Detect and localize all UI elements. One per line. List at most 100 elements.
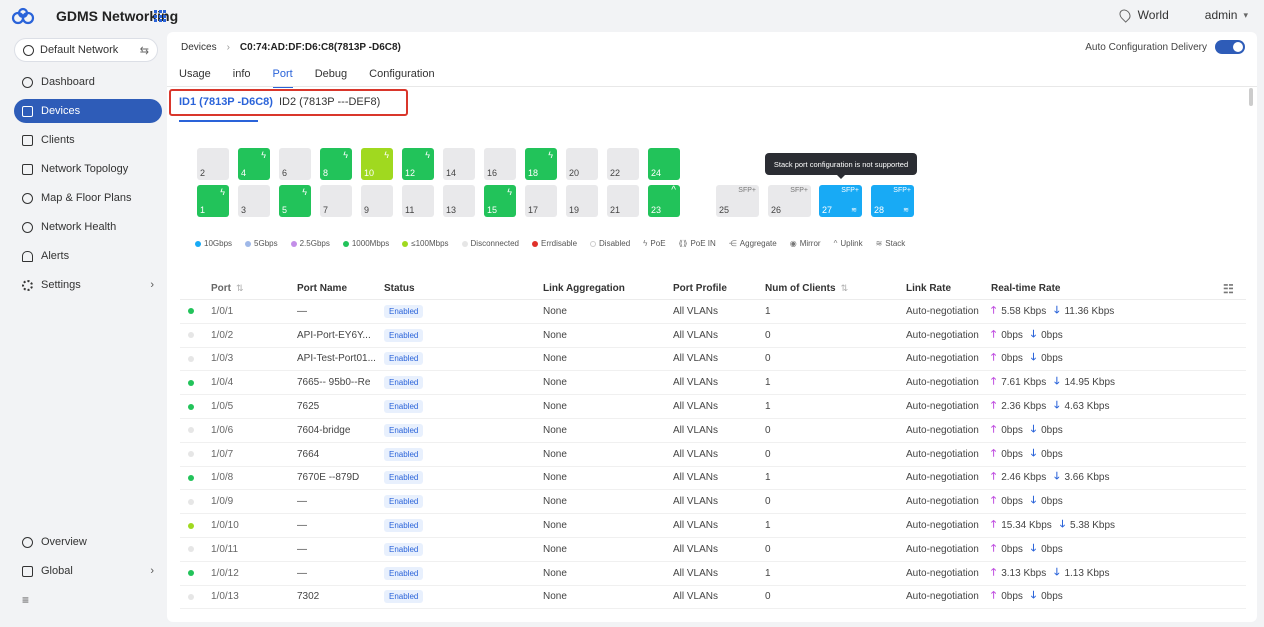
gdms-logo-icon[interactable] [10,6,36,26]
breadcrumb-devices[interactable]: Devices [181,42,217,53]
port-number: 23 [651,205,662,215]
user-menu[interactable]: admin [1205,8,1238,22]
num-clients: 1 [765,305,771,317]
port-15[interactable]: 15 ϟ [484,185,516,217]
stack-tab-id1[interactable]: ID1 (7813P -D6C8) [179,96,273,108]
port-6[interactable]: 6 [279,148,311,180]
port-profile: All VLANs [673,401,719,413]
port-24[interactable]: 24 [648,148,680,180]
port-9[interactable]: 9 [361,185,393,217]
table-row[interactable]: 1/0/8 7670E --879D Enabled None All VLANs 1 Au… [180,467,1246,491]
legend-symbol-icon: ◉ [789,239,797,248]
realtime-rate: 🡑 0bps 🡓 0bps [991,443,1063,466]
sidebar-item-health[interactable]: Network Health [14,215,162,239]
table-row[interactable]: 1/0/10 — Enabled None All VLANs 1 Auto-negotia… [180,514,1246,538]
sidebar-item-map[interactable]: Map & Floor Plans [14,186,162,210]
port-8[interactable]: 8ϟ [320,148,352,180]
sidebar-item-label: Settings [41,279,81,291]
network-selector[interactable]: Default Network ⇆ [14,38,158,62]
sort-icon: ⇅ [840,283,849,293]
arrow-down-icon: 🡓 [1054,566,1060,578]
sidebar-item-topology[interactable]: Network Topology [14,157,162,181]
port-id: 1/0/11 [211,543,239,555]
port-4[interactable]: 4ϟ [238,148,270,180]
table-row[interactable]: 1/0/4 7665-- 95b0--Re Enabled None All VLANs… [180,371,1246,396]
table-row[interactable]: 1/0/1 — Enabled None All VLANs 1 Auto-negotiat… [180,300,1246,324]
port-21[interactable]: 21 [607,185,639,217]
port-id: 1/0/7 [211,448,234,460]
port-16[interactable]: 16 [484,148,516,180]
chevron-down-icon[interactable]: ▾ [1243,10,1248,21]
upload-rate: 0bps [1001,543,1023,555]
port-23[interactable]: 23 ^ [648,185,680,217]
num-clients: 0 [765,496,771,508]
tab-info[interactable]: info [233,68,251,88]
tab-debug[interactable]: Debug [315,68,347,88]
port-19[interactable]: 19 [566,185,598,217]
legend-label: Aggregate [739,239,777,248]
port-25[interactable]: 25 SFP+ [716,185,759,217]
sidebar-item-settings[interactable]: Settings › [14,273,162,297]
port-12[interactable]: 12 ϟ [402,148,434,180]
port-14[interactable]: 14 [443,148,475,180]
table-row[interactable]: 1/0/9 — Enabled None All VLANs 0 Auto-negotiat… [180,490,1246,515]
header-port[interactable]: Port ⇅ [211,278,244,299]
link-aggregation: None [543,329,567,341]
port-3[interactable]: 3 [238,185,270,217]
sidebar-item-devices[interactable]: Devices [14,99,162,123]
sidebar-item-global[interactable]: Global › [14,559,162,583]
sidebar-item-clients[interactable]: Clients [14,128,162,152]
port-20[interactable]: 20 [566,148,598,180]
tab-port[interactable]: Port [272,68,293,88]
stack-tab-id2[interactable]: ID2 (7813P ---DEF8) [279,96,380,108]
num-clients: 0 [765,448,771,460]
download-rate: 0bps [1041,424,1063,436]
dashboard-icon [22,76,33,88]
port-17[interactable]: 17 [525,185,557,217]
port-27[interactable]: 27 SFP+ ≋ [819,185,862,217]
sidebar-item-alerts[interactable]: Alerts [14,244,162,268]
collapse-sidebar-button[interactable]: ≡ [14,588,162,612]
network-name: Default Network [40,44,119,56]
legend-dot [461,240,468,247]
sidebar-item-overview[interactable]: Overview [14,530,162,554]
sidebar-item-dashboard[interactable]: Dashboard [14,70,162,94]
scrollbar[interactable] [1249,88,1253,106]
port-13[interactable]: 13 [443,185,475,217]
link-rate: Auto-negotiation [906,329,979,341]
port-5[interactable]: 5ϟ [279,185,311,217]
table-row[interactable]: 1/0/5 7625 Enabled None All VLANs 1 Auto-negot… [180,395,1246,419]
realtime-rate: 🡑 0bps 🡓 0bps [991,324,1063,347]
table-row[interactable]: 1/0/7 7664 Enabled None All VLANs 0 Auto-negot… [180,443,1246,467]
header-num-clients[interactable]: Num of Clients ⇅ [765,278,848,299]
region-selector[interactable]: World [1138,8,1169,22]
port-22[interactable]: 22 [607,148,639,180]
tab-usage[interactable]: Usage [179,68,211,88]
port-profile: All VLANs [673,472,719,484]
swap-icon[interactable]: ⇆ [140,44,149,57]
tab-configuration[interactable]: Configuration [369,68,434,88]
auto-config-toggle[interactable] [1215,40,1245,54]
upload-rate: 15.34 Kbps [1001,520,1052,532]
table-row[interactable]: 1/0/12 — Enabled None All VLANs 1 Auto-negotia… [180,562,1246,586]
table-row[interactable]: 1/0/6 7604-bridge Enabled None All VLANs 0 Aut… [180,419,1246,443]
port-7[interactable]: 7 [320,185,352,217]
table-row[interactable]: 1/0/11 — Enabled None All VLANs 0 Auto-negotia… [180,538,1246,562]
port-1[interactable]: 1ϟ [197,185,229,217]
realtime-rate: 🡑 2.46 Kbps 🡓 3.66 Kbps [991,467,1110,490]
auto-config-delivery: Auto Configuration Delivery [1085,40,1245,54]
port-18[interactable]: 18 ϟ [525,148,557,180]
arrow-up-icon: 🡑 [991,447,997,459]
column-settings-icon[interactable]: ☷ [1223,278,1234,299]
table-row[interactable]: 1/0/3 API-Test-Port01... Enabled None All VL… [180,348,1246,372]
app-grid-icon[interactable] [154,10,166,22]
port-26[interactable]: 26 SFP+ [768,185,811,217]
port-name: — [297,496,307,508]
poe-icon: ϟ [507,187,512,197]
port-11[interactable]: 11 [402,185,434,217]
table-row[interactable]: 1/0/13 7302 Enabled None All VLANs 0 Auto-nego… [180,586,1246,610]
port-2[interactable]: 2 [197,148,229,180]
table-row[interactable]: 1/0/2 API-Port-EY6Y... Enabled None All VLAN… [180,324,1246,348]
port-10[interactable]: 10 ϟ [361,148,393,180]
port-28[interactable]: 28 SFP+ ≋ [871,185,914,217]
